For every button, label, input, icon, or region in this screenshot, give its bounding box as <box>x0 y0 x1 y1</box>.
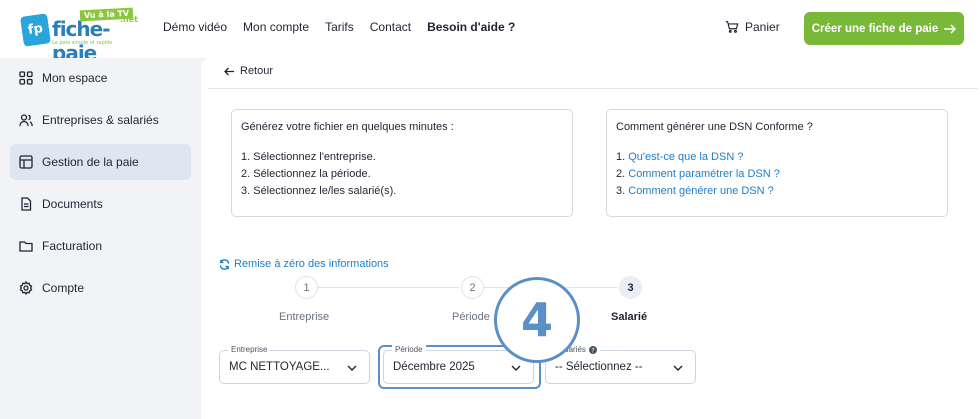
top-header: fp fiche-paie Vu à la TV .net La paie si… <box>0 0 980 65</box>
dsn-help-item: 3. Comment générer une DSN ? <box>616 183 780 200</box>
instructions-list: 1. Sélectionnez l'entreprise. 2. Sélecti… <box>241 149 396 200</box>
sidebar-item-compte[interactable]: Compte <box>10 270 191 306</box>
reset-info-link[interactable]: Remise à zéro des informations <box>219 258 389 270</box>
sidebar-item-gestion-paie[interactable]: Gestion de la paie <box>10 144 191 180</box>
payroll-icon <box>19 155 33 169</box>
info-icon[interactable]: ? <box>588 345 597 354</box>
chevron-down-icon <box>347 365 357 371</box>
sidebar-item-label: Mon espace <box>42 71 108 85</box>
step-3-label: Salarié <box>611 311 648 323</box>
logo-net-suffix: .net <box>120 15 138 24</box>
dsn-link-generate[interactable]: Comment générer une DSN ? <box>628 185 774 197</box>
sidebar-item-label: Facturation <box>42 239 103 253</box>
grid-icon <box>19 71 33 85</box>
nav-demo-video[interactable]: Démo vidéo <box>163 20 227 34</box>
arrow-right-icon <box>944 23 957 34</box>
dsn-help-item: 2. Comment paramétrer la DSN ? <box>616 166 780 183</box>
main-nav: Démo vidéo Mon compte Tarifs Contact Bes… <box>163 20 531 34</box>
svg-text:?: ? <box>591 347 594 354</box>
dsn-help-list: 1. Qu'est-ce que la DSN ? 2. Comment par… <box>616 149 780 200</box>
salaries-select[interactable]: Salariés ? -- Sélectionnez -- <box>545 345 696 384</box>
dsn-help-item: 1. Qu'est-ce que la DSN ? <box>616 149 780 166</box>
dsn-help-num: 1. <box>616 151 626 163</box>
nav-tarifs[interactable]: Tarifs <box>325 20 354 34</box>
arrow-left-icon <box>224 67 234 75</box>
instructions-card: Générez votre fichier en quelques minute… <box>231 109 573 217</box>
instruction-step: 2. Sélectionnez la période. <box>241 168 371 180</box>
entreprise-label: Entreprise <box>228 345 271 354</box>
chevron-down-icon <box>511 365 521 371</box>
create-payslip-label: Créer une fiche de paie <box>811 22 939 35</box>
dsn-help-num: 3. <box>616 185 626 197</box>
back-link[interactable]: Retour <box>224 65 273 77</box>
sidebar-item-documents[interactable]: Documents <box>10 186 191 222</box>
entreprise-select[interactable]: Entreprise MC NETTOYAGE... <box>219 345 370 384</box>
instructions-title: Générez votre fichier en quelques minute… <box>241 121 454 133</box>
entreprise-value: MC NETTOYAGE... <box>229 361 330 373</box>
nav-contact[interactable]: Contact <box>370 20 411 34</box>
folder-icon <box>19 241 33 252</box>
cart-label: Panier <box>745 20 780 34</box>
dsn-help-card: Comment générer une DSN Conforme ? 1. Qu… <box>606 109 948 217</box>
logo-tagline: La paie simple et rapide <box>52 40 113 46</box>
sidebar-item-label: Gestion de la paie <box>42 155 139 169</box>
dsn-link-what-is[interactable]: Qu'est-ce que la DSN ? <box>628 151 743 163</box>
document-icon <box>21 197 32 211</box>
step-1-label: Entreprise <box>279 311 330 323</box>
step-2-circle[interactable]: 2 <box>461 276 484 299</box>
reset-label: Remise à zéro des informations <box>234 258 389 270</box>
header-divider <box>208 88 978 89</box>
step-annotation-badge: 4 <box>494 277 580 363</box>
settings-icon <box>19 281 33 295</box>
step-2-label: Période <box>452 311 490 323</box>
back-label: Retour <box>240 65 274 77</box>
sidebar-item-label: Documents <box>42 197 103 211</box>
chevron-down-icon <box>673 365 683 371</box>
dsn-help-title: Comment générer une DSN Conforme ? <box>616 121 813 133</box>
step-3-circle[interactable]: 3 <box>619 276 642 299</box>
periode-label: Période <box>392 345 426 354</box>
nav-mon-compte[interactable]: Mon compte <box>243 20 309 34</box>
stepper-line <box>318 287 459 288</box>
dsn-help-num: 2. <box>616 168 626 180</box>
users-icon <box>19 114 33 127</box>
sidebar-item-entreprises-salaries[interactable]: Entreprises & salariés <box>10 102 191 138</box>
nav-besoin-aide[interactable]: Besoin d'aide ? <box>427 20 515 34</box>
create-payslip-button[interactable]: Créer une fiche de paie <box>804 12 964 45</box>
salaries-value: -- Sélectionnez -- <box>555 361 643 373</box>
sidebar-item-label: Compte <box>42 281 85 295</box>
dsn-link-configure[interactable]: Comment paramétrer la DSN ? <box>628 168 780 180</box>
sidebar-item-mon-espace[interactable]: Mon espace <box>10 60 191 96</box>
cart-link[interactable]: Panier <box>725 20 780 34</box>
periode-value: Décembre 2025 <box>393 361 475 373</box>
cart-icon <box>725 21 739 33</box>
instruction-step: 1. Sélectionnez l'entreprise. <box>241 151 376 163</box>
sidebar-item-label: Entreprises & salariés <box>42 113 159 127</box>
instruction-step: 3. Sélectionnez le/les salarié(s). <box>241 185 397 197</box>
logo-badge: fp <box>20 13 51 47</box>
sidebar-item-facturation[interactable]: Facturation <box>10 228 191 264</box>
fiche-paie-logo[interactable]: fp fiche-paie Vu à la TV .net La paie si… <box>20 7 140 65</box>
refresh-icon <box>219 258 230 270</box>
step-1-circle[interactable]: 1 <box>295 276 318 299</box>
